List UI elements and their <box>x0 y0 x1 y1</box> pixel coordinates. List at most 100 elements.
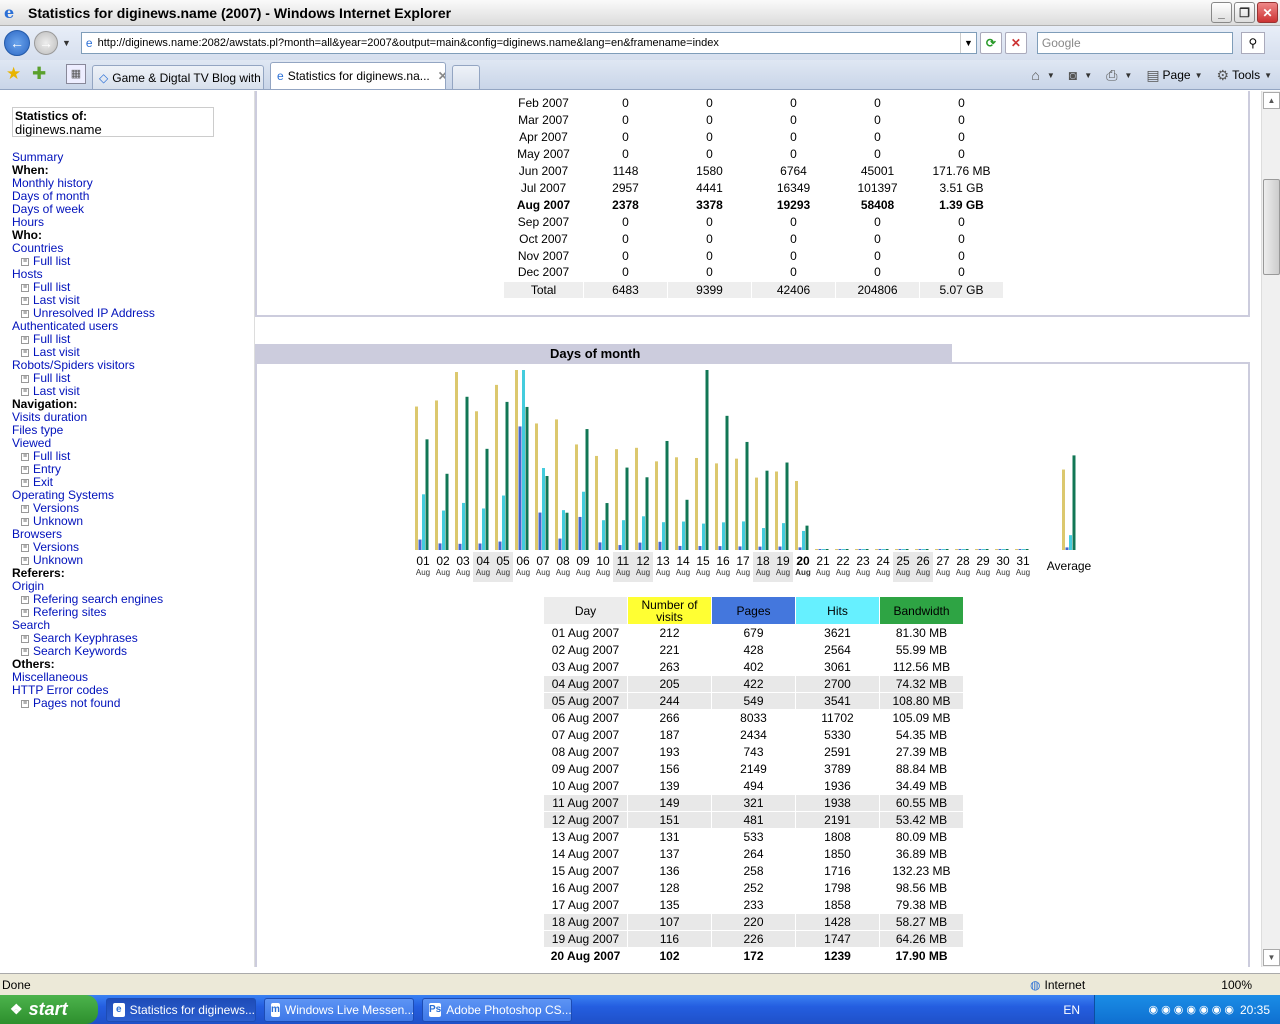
bar-pages <box>938 549 942 550</box>
table-cell: 136 <box>627 862 712 880</box>
add-favorite-icon[interactable]: ✚ <box>32 64 52 84</box>
scroll-up-icon[interactable]: ▲ <box>1263 92 1280 109</box>
rss-icon: ◙ <box>1068 67 1078 83</box>
address-input[interactable]: e http://diginews.name:2082/awstats.pl?m… <box>80 32 977 54</box>
taskbar-button[interactable]: m Windows Live Messen... <box>264 997 414 1022</box>
table-cell: 20 Aug 2007 <box>543 947 628 965</box>
table-cell: 172 <box>711 947 796 965</box>
table-row: Nov 2007 0 0 0 0 0 <box>504 247 1004 264</box>
menu-label: Refering search engines <box>33 592 164 606</box>
table-cell: 0 <box>790 231 797 246</box>
taskbar-button[interactable]: Ps Adobe Photoshop CS... <box>422 997 572 1022</box>
minimize-button[interactable]: _ <box>1211 2 1232 23</box>
menu-link[interactable]: Days of week <box>12 203 252 216</box>
bar-hits <box>642 516 645 550</box>
table-cell: 2434 <box>711 726 796 744</box>
tools-menu[interactable]: ⚙ Tools ▼ <box>1217 67 1273 84</box>
table-row: 17 Aug 2007 135 233 1858 79.38 MB <box>543 896 964 914</box>
table-cell: 1239 <box>795 947 880 965</box>
menu-label: Full list <box>33 371 71 385</box>
table-cell: Nov 2007 <box>517 248 570 263</box>
bar-hits <box>962 549 965 550</box>
zoom-level[interactable]: 100% <box>1221 978 1252 992</box>
new-tab-button[interactable] <box>452 65 480 89</box>
refresh-button[interactable]: ⟳ <box>979 32 1002 54</box>
bar-hits <box>862 549 865 550</box>
table-row: 08 Aug 2007 193 743 2591 27.39 MB <box>543 743 964 761</box>
bar-hits <box>822 549 825 550</box>
bar-pages <box>918 549 922 550</box>
bar-bandwidth <box>1005 549 1009 550</box>
day-tick-label: 15 <box>696 554 710 568</box>
security-zone[interactable]: ◍ Internet <box>1030 978 1085 992</box>
month-tick-label: Aug <box>456 568 470 577</box>
menu-subitem[interactable]: ≡ Full list <box>12 255 252 268</box>
table-cell: 18 Aug 2007 <box>543 913 628 931</box>
bar-hits <box>1022 549 1025 550</box>
bar-number-of-visits <box>475 411 478 550</box>
bar-number-of-visits <box>435 400 438 550</box>
tab-close-icon[interactable]: ✕ <box>438 69 445 83</box>
feeds-button[interactable]: ◙ ▼ <box>1069 67 1092 83</box>
page-menu[interactable]: ▤ Page ▼ <box>1146 67 1202 84</box>
windows-logo-icon: ❖ <box>10 1001 23 1017</box>
column-header: Hits <box>795 596 880 625</box>
table-row: 16 Aug 2007 128 252 1798 98.56 MB <box>543 879 964 897</box>
quick-tabs-icon[interactable]: ▦ <box>66 64 86 84</box>
tray-icons[interactable]: ◉ ◉ ◉ ◉ ◉ ◉ ◉ <box>1148 1003 1234 1016</box>
day-tick-label: 01 <box>416 554 430 568</box>
table-cell: 0 <box>706 214 713 229</box>
table-cell: 0 <box>874 248 881 263</box>
scroll-down-icon[interactable]: ▼ <box>1263 949 1280 966</box>
table-cell: 17 Aug 2007 <box>543 896 628 914</box>
menu-label: Entry <box>33 462 62 476</box>
ie-page-icon: e <box>277 69 284 83</box>
table-cell: 0 <box>874 265 881 280</box>
search-input[interactable]: Google <box>1036 32 1233 54</box>
address-toolbar: ← → ▼ e http://diginews.name:2082/awstat… <box>0 26 1280 60</box>
tab-label: Game & Digtal TV Blog with o... <box>112 70 264 85</box>
menu-label: Viewed <box>12 436 52 450</box>
menu-link[interactable]: Hours <box>12 216 252 229</box>
close-button[interactable]: ✕ <box>1257 2 1278 23</box>
back-button[interactable]: ← <box>4 30 30 56</box>
table-cell: 264 <box>711 845 796 863</box>
home-button[interactable]: ⌂ ▼ <box>1031 67 1054 83</box>
start-button[interactable]: ❖ start <box>0 995 98 1024</box>
maximize-button[interactable]: ❐ <box>1234 2 1255 23</box>
table-row: Oct 2007 0 0 0 0 0 <box>504 230 1004 247</box>
search-button[interactable]: ⚲ <box>1240 32 1265 54</box>
bar-bandwidth <box>485 448 489 550</box>
month-tick-label: Aug <box>556 568 570 577</box>
awstats-main-frame: Feb 2007 0 0 0 0 0 Mar 2007 0 0 0 0 0 Apr 2007 0 0 0 0 0 M… <box>255 91 1261 967</box>
tab-game-blog[interactable]: ◇ Game & Digtal TV Blog with o... <box>92 65 264 89</box>
language-indicator[interactable]: EN <box>1063 1003 1080 1017</box>
column-header: Pages <box>711 596 796 625</box>
table-row: 19 Aug 2007 116 226 1747 64.26 MB <box>543 930 964 948</box>
bar-pages <box>718 546 722 550</box>
window-title: Statistics for diginews.name (2007) - Wi… <box>28 4 452 21</box>
table-cell: 1938 <box>795 794 880 812</box>
menu-subitem[interactable]: ≡ Pages not found <box>12 697 252 710</box>
table-cell: 137 <box>627 845 712 863</box>
table-cell: 0 <box>706 129 713 144</box>
print-button[interactable]: ⎙ ▼ <box>1106 67 1132 84</box>
vertical-scrollbar[interactable]: ▲ ▼ <box>1261 91 1280 967</box>
address-dropdown-icon[interactable]: ▼ <box>959 33 976 53</box>
table-cell: 3378 <box>696 197 723 212</box>
menu-label: Search Keyphrases <box>33 631 138 645</box>
forward-button[interactable]: → <box>34 31 58 55</box>
month-tick-label: Aug <box>976 568 990 577</box>
table-cell: 54.35 MB <box>879 726 964 744</box>
scroll-thumb[interactable] <box>1263 179 1280 275</box>
menu-label: Full list <box>33 332 71 346</box>
table-cell: Oct 2007 <box>519 231 568 246</box>
tab-statistics[interactable]: e Statistics for diginews.na... ✕ <box>270 62 446 89</box>
table-cell: 494 <box>711 777 796 795</box>
subitem-icon: ≡ <box>21 504 29 513</box>
favorites-star-icon[interactable]: ★ <box>6 64 26 84</box>
table-cell: 36.89 MB <box>879 845 964 863</box>
taskbar-button[interactable]: e Statistics for diginews... <box>106 997 256 1022</box>
stop-button[interactable]: ✕ <box>1004 32 1027 54</box>
history-dropdown-icon[interactable]: ▼ <box>62 38 71 48</box>
